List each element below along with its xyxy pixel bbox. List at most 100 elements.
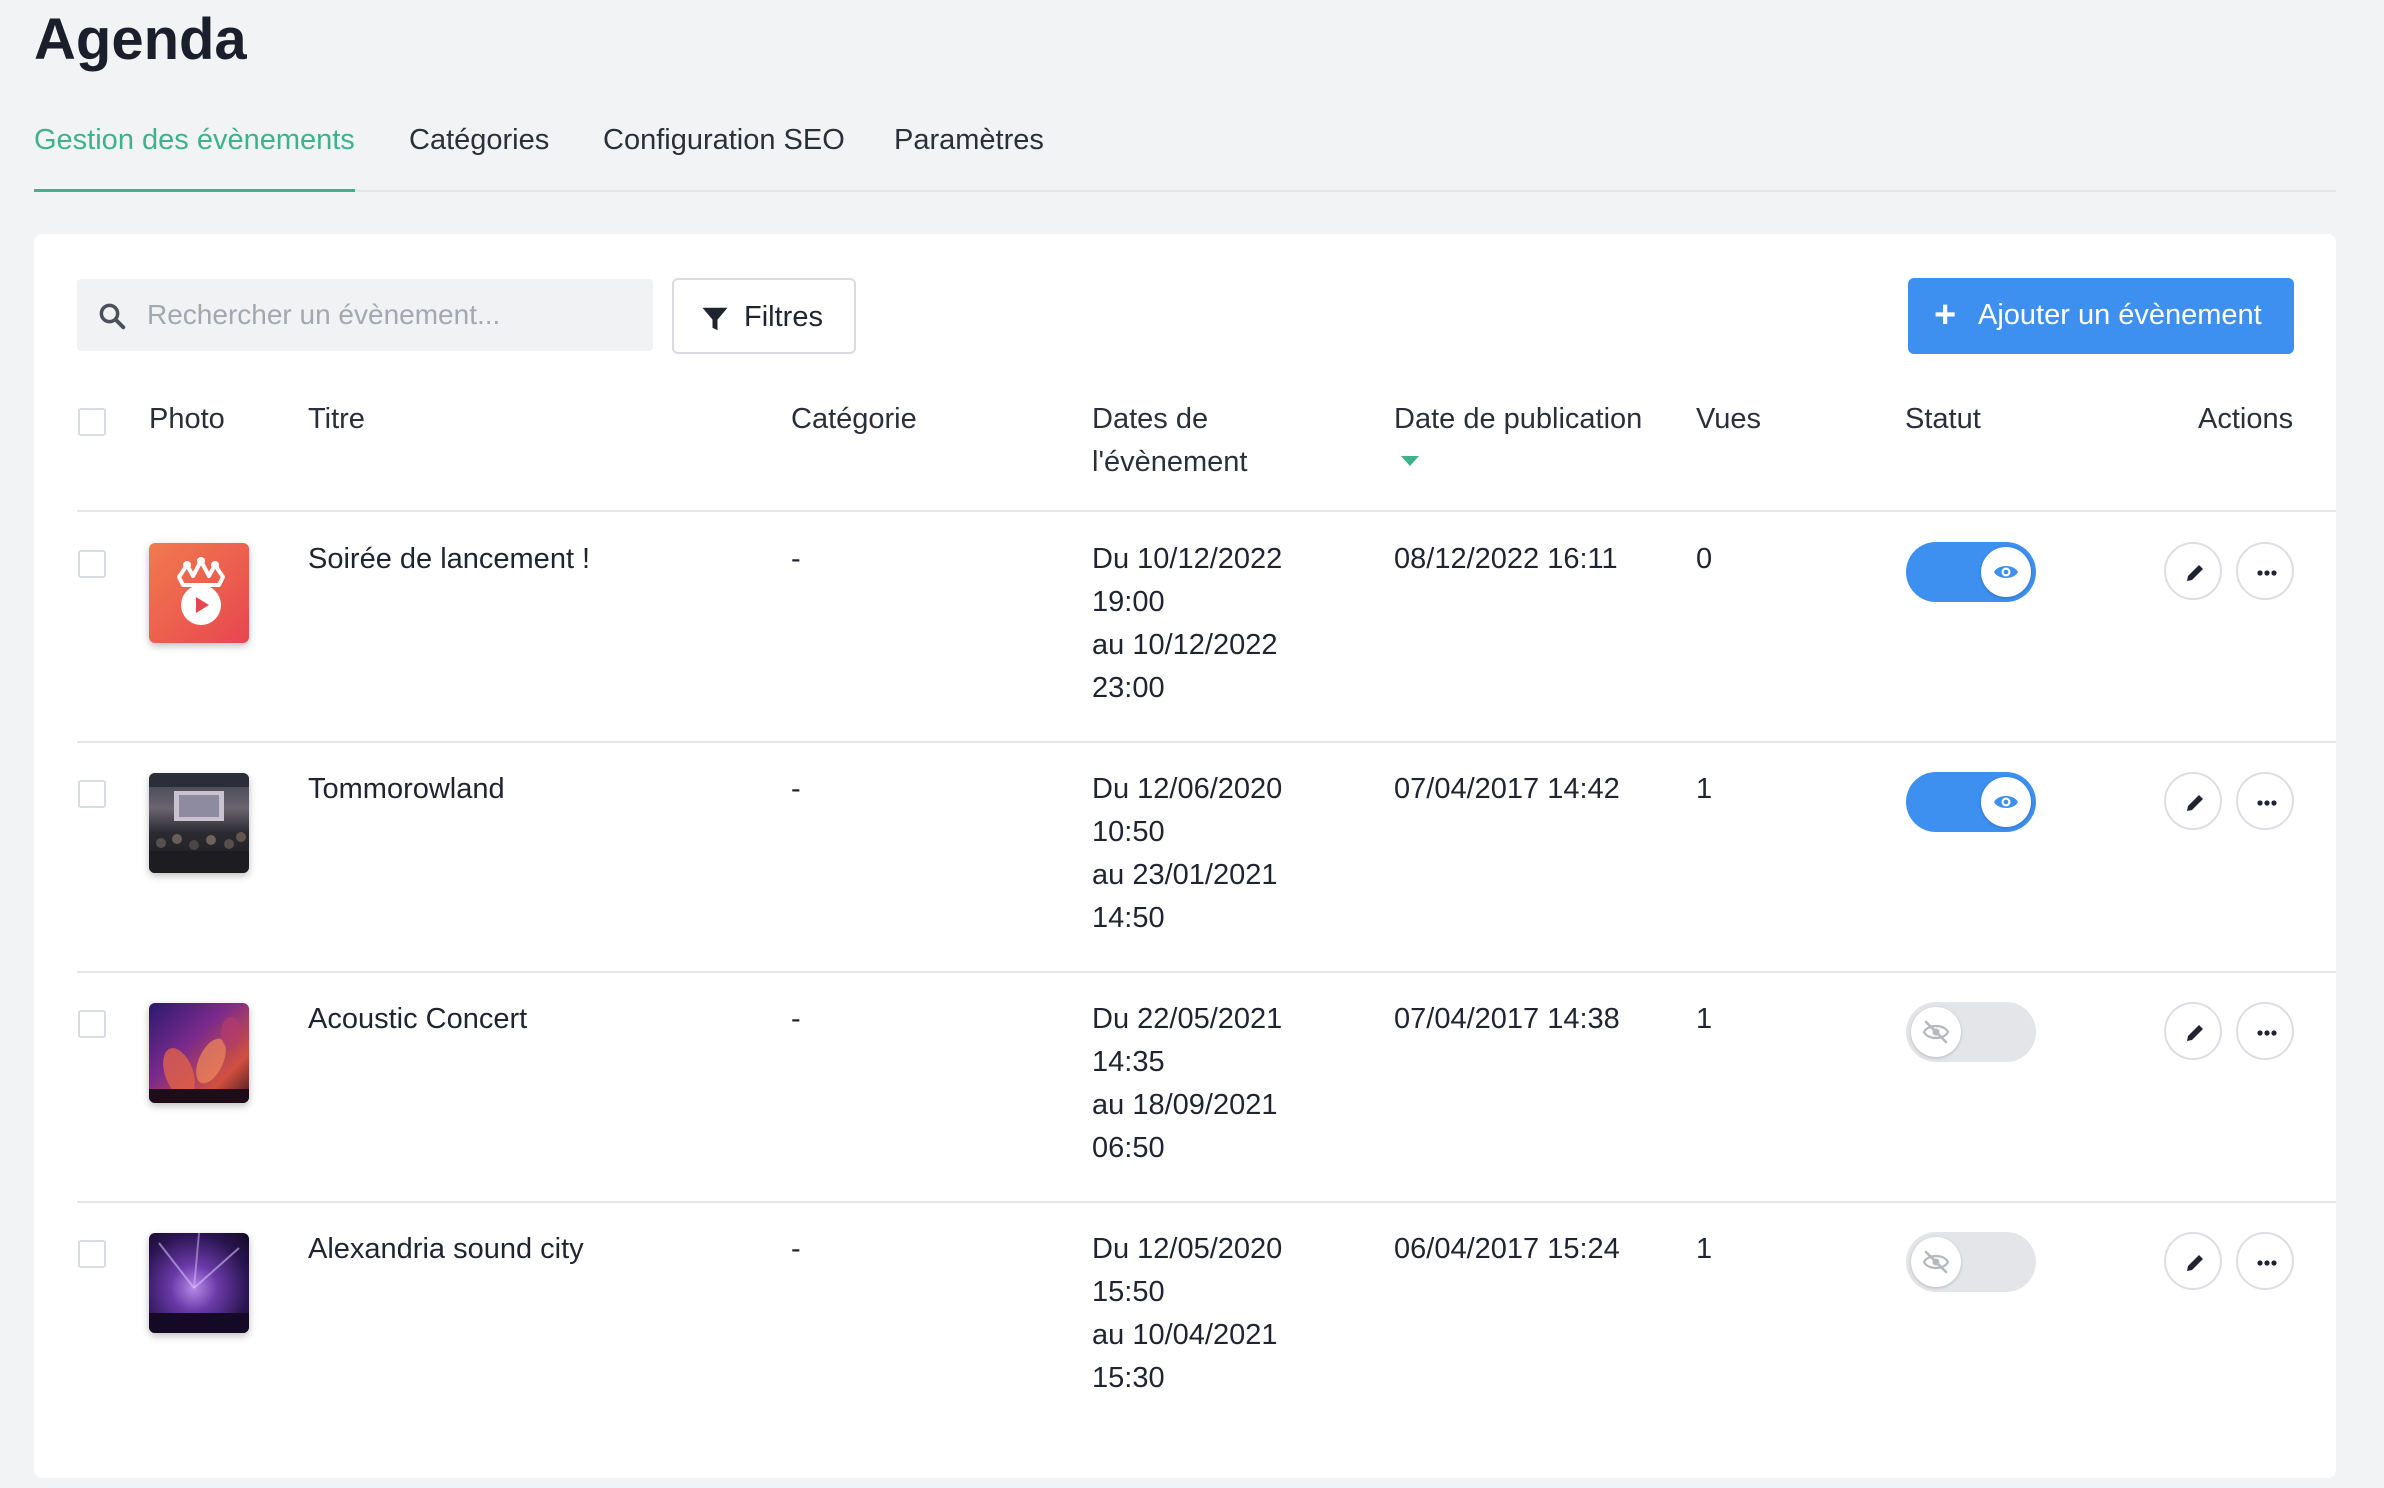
eye-icon [1994,796,2018,808]
tab-event-management[interactable]: Gestion des évènements [34,124,355,192]
event-time-end: 23:00 [1092,672,1165,704]
eye-slash-icon [1922,1250,1950,1274]
purple-concert-photo [149,1233,249,1333]
event-time-start: 10:50 [1092,816,1165,848]
event-thumbnail-festival [149,773,249,873]
more-options-button[interactable] [2236,1232,2294,1290]
event-date-start: Du 22/05/2021 [1092,1003,1283,1035]
sort-descending-icon[interactable] [1401,456,1419,466]
pencil-icon [2187,1025,2203,1041]
row-checkbox[interactable] [78,1240,106,1268]
view-count: 0 [1696,543,1713,575]
eye-icon [1994,566,2018,578]
filter-icon [702,307,728,331]
add-event-button[interactable]: + Ajouter un évènement [1908,278,2294,354]
add-event-button-label: Ajouter un évènement [1978,299,2262,331]
event-date-end: au 10/04/2021 [1092,1319,1278,1351]
more-options-button[interactable] [2236,1002,2294,1060]
publication-date: 07/04/2017 14:42 [1394,773,1620,805]
events-card: Filtres + Ajouter un évènement Photo Tit… [34,234,2336,1478]
event-thumbnail-concert [149,1003,249,1103]
event-time-end: 14:50 [1092,902,1165,934]
event-dates: Du 10/12/2022 19:00 au 10/12/2022 23:00 [1092,538,1282,710]
logo-icon [177,557,225,625]
table-row: Soirée de lancement ! - Du 10/12/2022 19… [34,512,2336,742]
event-time-start: 14:35 [1092,1046,1165,1078]
event-date-end: au 23/01/2021 [1092,859,1278,891]
publication-date: 06/04/2017 15:24 [1394,1233,1620,1265]
edit-button[interactable] [2164,542,2222,600]
pencil-icon [2187,565,2203,581]
column-header-event-dates[interactable]: Dates de l'évènement [1092,398,1247,484]
plus-icon: + [1934,294,1957,336]
visibility-toggle[interactable] [1906,1232,2036,1292]
table-row: Tommorowland - Du 12/06/2020 10:50 au 23… [34,742,2336,972]
tab-seo-configuration[interactable]: Configuration SEO [603,124,845,192]
row-checkbox[interactable] [78,550,106,578]
row-checkbox[interactable] [78,780,106,808]
table-row: Alexandria sound city - Du 12/05/2020 15… [34,1202,2336,1432]
view-count: 1 [1696,1003,1713,1035]
event-time-end: 15:30 [1092,1362,1165,1394]
column-header-photo: Photo [149,403,225,435]
more-dots-icon [2257,570,2277,576]
column-header-event-dates-line2: l'évènement [1092,446,1248,478]
edit-button[interactable] [2164,772,2222,830]
column-header-status: Statut [1905,403,1981,435]
column-header-actions: Actions [2198,403,2294,435]
toggle-knob [1911,1007,1961,1057]
event-date-start: Du 12/06/2020 [1092,773,1283,805]
event-category: - [791,773,801,805]
toggle-knob [1911,1237,1961,1287]
tab-settings[interactable]: Paramètres [894,124,1044,192]
column-header-publication-date[interactable]: Date de publication [1394,398,1642,441]
edit-button[interactable] [2164,1232,2222,1290]
filters-button[interactable]: Filtres [672,278,856,354]
visibility-toggle[interactable] [1906,542,2036,602]
publication-date: 07/04/2017 14:38 [1394,1003,1620,1035]
event-date-start: Du 10/12/2022 [1092,543,1283,575]
event-title[interactable]: Soirée de lancement ! [308,538,590,581]
event-thumbnail-logo [149,543,249,643]
event-title[interactable]: Acoustic Concert [308,998,527,1041]
event-time-start: 19:00 [1092,586,1165,618]
column-header-category[interactable]: Catégorie [791,398,917,441]
event-thumbnail-sound-city [149,1233,249,1333]
select-all-checkbox[interactable] [78,408,106,436]
event-dates: Du 12/06/2020 10:50 au 23/01/2021 14:50 [1092,768,1282,940]
publication-date: 08/12/2022 16:11 [1394,543,1618,575]
event-date-start: Du 12/05/2020 [1092,1233,1283,1265]
toggle-knob [1981,547,2031,597]
tab-bar: Gestion des évènements Catégories Config… [34,124,2336,192]
more-options-button[interactable] [2236,772,2294,830]
concert-hands-photo [149,1017,249,1103]
more-dots-icon [2257,800,2277,806]
festival-stage-photo [149,773,249,873]
event-dates: Du 22/05/2021 14:35 au 18/09/2021 06:50 [1092,998,1282,1170]
event-title[interactable]: Alexandria sound city [308,1228,584,1271]
eye-slash-icon [1922,1020,1950,1044]
search-input[interactable] [147,279,637,351]
event-category: - [791,543,801,575]
event-dates: Du 12/05/2020 15:50 au 10/04/2021 15:30 [1092,1228,1282,1400]
table-row: Acoustic Concert - Du 22/05/2021 14:35 a… [34,972,2336,1202]
visibility-toggle[interactable] [1906,1002,2036,1062]
pencil-icon [2187,795,2203,811]
search-box [77,279,653,351]
row-checkbox[interactable] [78,1010,106,1038]
more-dots-icon [2257,1030,2277,1036]
event-title[interactable]: Tommorowland [308,768,505,811]
page-title: Agenda [34,7,247,72]
view-count: 1 [1696,773,1713,805]
column-header-views[interactable]: Vues [1696,398,1761,441]
filters-button-label: Filtres [744,301,823,333]
event-time-end: 06:50 [1092,1132,1165,1164]
tab-categories[interactable]: Catégories [409,124,549,192]
event-date-end: au 10/12/2022 [1092,629,1278,661]
edit-button[interactable] [2164,1002,2222,1060]
more-options-button[interactable] [2236,542,2294,600]
column-header-title[interactable]: Titre [308,398,365,441]
visibility-toggle[interactable] [1906,772,2036,832]
search-icon [99,303,126,330]
event-category: - [791,1233,801,1265]
